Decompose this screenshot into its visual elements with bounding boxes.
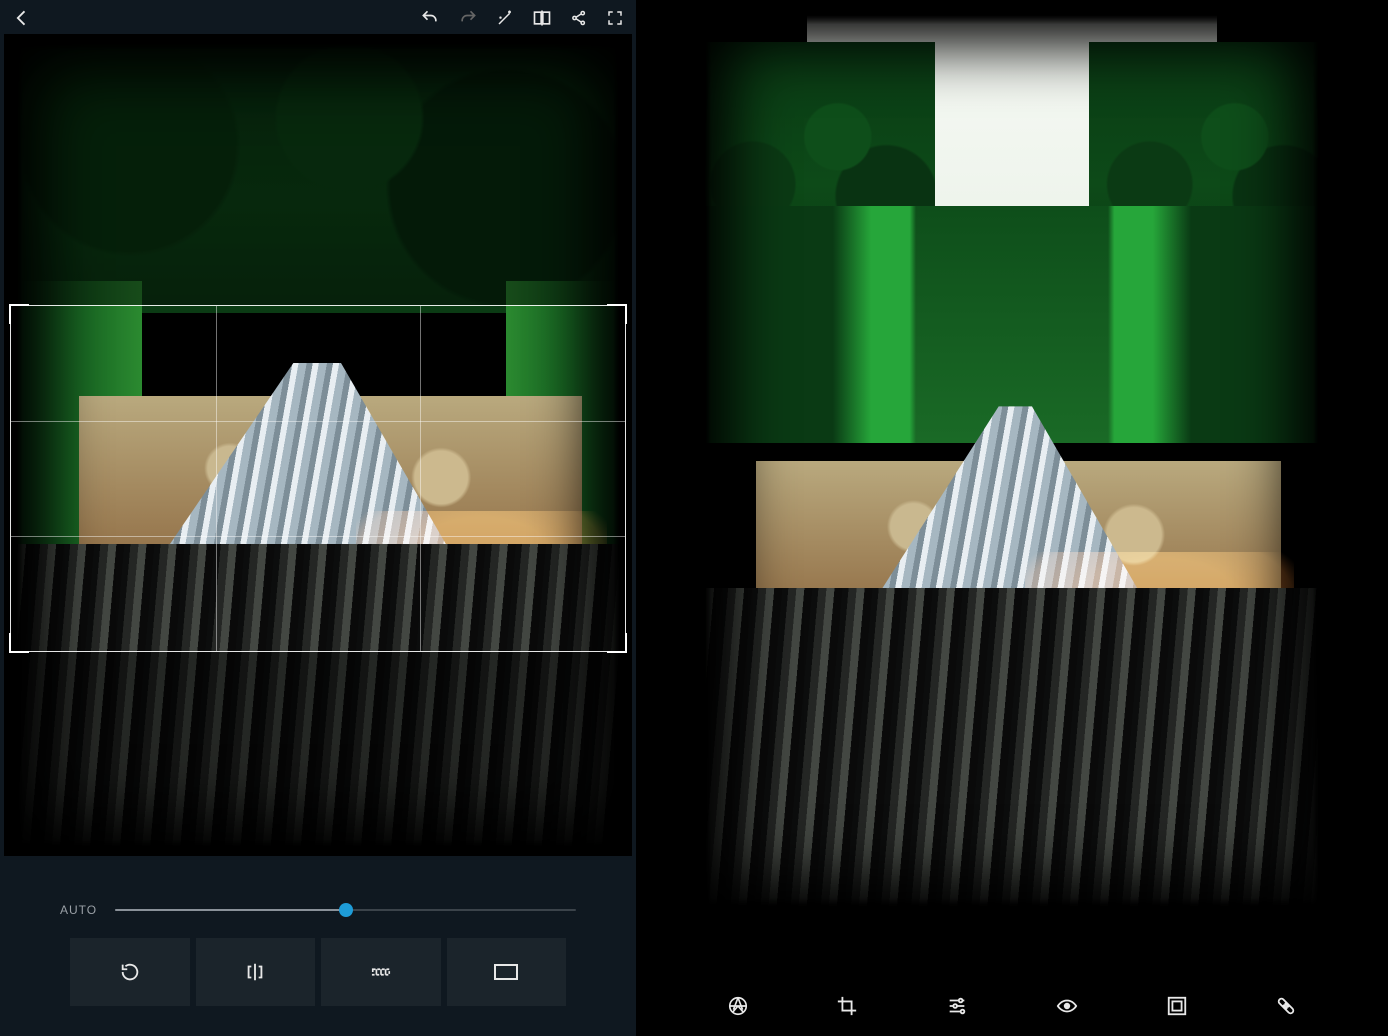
viewer-pane xyxy=(636,0,1388,1036)
flip-horizontal-icon xyxy=(244,961,266,983)
crop-grid-line xyxy=(11,536,624,537)
sliders-icon xyxy=(946,995,968,1017)
crop-handle-br[interactable] xyxy=(607,633,627,653)
tab-heal[interactable] xyxy=(1262,982,1310,1030)
crop-grid-line xyxy=(420,306,421,651)
compare-icon[interactable] xyxy=(532,8,552,28)
rotate-button[interactable] xyxy=(70,938,190,1006)
magic-wand-icon[interactable] xyxy=(496,9,514,27)
tab-adjust[interactable] xyxy=(933,982,981,1030)
undo-icon[interactable] xyxy=(420,8,440,28)
bottom-tab-bar xyxy=(636,950,1388,1036)
tab-aperture[interactable] xyxy=(714,982,762,1030)
share-icon[interactable] xyxy=(570,9,588,27)
crop-grid-line xyxy=(216,306,217,651)
flip-button[interactable] xyxy=(196,938,316,1006)
crop-dim-bottom xyxy=(4,651,632,857)
slider-label: AUTO xyxy=(60,903,97,917)
crop-grid-line xyxy=(11,421,624,422)
image-canvas[interactable] xyxy=(4,34,632,856)
crop-selection[interactable] xyxy=(10,305,625,652)
aperture-icon xyxy=(727,995,749,1017)
letterbox-right xyxy=(1332,0,1388,956)
crop-editor-pane: AUTO xyxy=(0,0,636,1036)
crop-tool-row xyxy=(0,938,636,1006)
slider-fill xyxy=(115,909,345,911)
crop-handle-bl[interactable] xyxy=(9,633,29,653)
top-toolbar xyxy=(0,0,636,36)
straighten-button[interactable] xyxy=(321,938,441,1006)
crop-dim-top xyxy=(4,34,632,305)
crop-handle-tr[interactable] xyxy=(607,304,627,324)
back-icon[interactable] xyxy=(12,8,32,28)
auto-slider[interactable] xyxy=(115,909,576,911)
redo-icon xyxy=(458,8,478,28)
aspect-ratio-button[interactable] xyxy=(447,938,567,1006)
healing-patch-icon xyxy=(1275,995,1297,1017)
crop-icon xyxy=(836,995,858,1017)
letterbox-left xyxy=(636,0,692,956)
auto-slider-row: AUTO xyxy=(0,880,636,940)
straighten-icon xyxy=(369,961,393,983)
frame-icon xyxy=(1166,995,1188,1017)
tab-frame[interactable] xyxy=(1153,982,1201,1030)
tab-crop[interactable] xyxy=(823,982,871,1030)
viewer-canvas[interactable] xyxy=(636,0,1388,956)
aspect-ratio-icon xyxy=(493,962,519,982)
rotate-icon xyxy=(119,961,141,983)
fullscreen-icon[interactable] xyxy=(606,9,624,27)
tab-redeye[interactable] xyxy=(1043,982,1091,1030)
slider-thumb[interactable] xyxy=(339,903,353,917)
photo-full xyxy=(692,6,1332,916)
eye-icon xyxy=(1055,995,1079,1017)
crop-handle-tl[interactable] xyxy=(9,304,29,324)
